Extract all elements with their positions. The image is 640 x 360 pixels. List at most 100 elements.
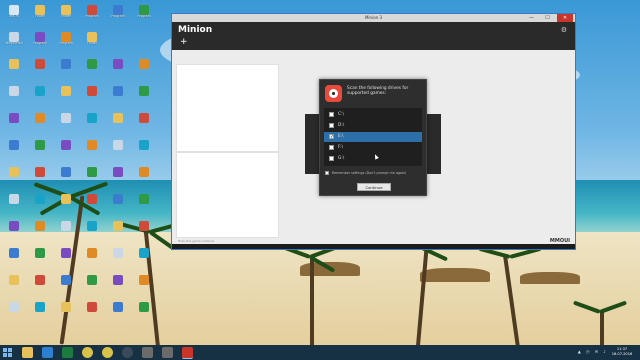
- drive-checkbox[interactable]: [329, 123, 334, 128]
- store-icon[interactable]: [42, 347, 53, 358]
- desktop-icon[interactable]: [80, 300, 104, 322]
- close-button[interactable]: ✕: [557, 14, 573, 22]
- maximize-button[interactable]: ☐: [542, 14, 553, 22]
- desktop-icon[interactable]: [28, 273, 52, 295]
- desktop-icon[interactable]: [106, 138, 130, 160]
- desktop-icon[interactable]: [28, 300, 52, 322]
- desktop-icon[interactable]: [106, 84, 130, 106]
- desktop-icon[interactable]: [80, 273, 104, 295]
- desktop-icon[interactable]: [132, 138, 156, 160]
- desktop-icon[interactable]: Folder: [80, 30, 104, 52]
- desktop-icon[interactable]: [80, 57, 104, 79]
- minimize-button[interactable]: —: [526, 14, 537, 22]
- desktop-icon[interactable]: [80, 111, 104, 133]
- desktop-icon[interactable]: [28, 165, 52, 187]
- desktop-icon[interactable]: Program: [28, 30, 52, 52]
- desktop-icon[interactable]: [106, 57, 130, 79]
- desktop-icon[interactable]: [132, 300, 156, 322]
- continue-button[interactable]: Continue: [357, 183, 391, 191]
- desktop-icon[interactable]: [132, 246, 156, 268]
- minion-icon[interactable]: [182, 347, 193, 359]
- remember-checkbox[interactable]: [325, 171, 329, 175]
- desktop-icon[interactable]: [54, 138, 78, 160]
- desktop-icon[interactable]: [106, 219, 130, 241]
- desktop-icon[interactable]: [54, 57, 78, 79]
- app-icon[interactable]: [142, 347, 153, 358]
- desktop-icon[interactable]: [106, 273, 130, 295]
- desktop-icon[interactable]: [54, 273, 78, 295]
- desktop-icon[interactable]: Recycle Bin: [2, 30, 26, 52]
- desktop-icon[interactable]: [54, 246, 78, 268]
- chrome-icon[interactable]: [102, 347, 113, 358]
- desktop-icon[interactable]: [132, 57, 156, 79]
- drive-item-e[interactable]: ✓ E:\: [324, 132, 422, 142]
- footer-hint[interactable]: Hide this game instance: [178, 239, 214, 243]
- desktop-icon[interactable]: [2, 84, 26, 106]
- desktop-icon[interactable]: [54, 192, 78, 214]
- desktop-icon[interactable]: Folder: [28, 3, 52, 25]
- desktop-icon[interactable]: Folder: [54, 3, 78, 25]
- desktop-icon[interactable]: This PC: [2, 3, 26, 25]
- desktop-icon[interactable]: [80, 165, 104, 187]
- chrome-icon[interactable]: [82, 347, 93, 358]
- desktop-icon[interactable]: [2, 273, 26, 295]
- desktop-icon[interactable]: Program: [80, 3, 104, 25]
- desktop-icon[interactable]: [80, 219, 104, 241]
- desktop-icon[interactable]: [106, 246, 130, 268]
- desktop-icon[interactable]: [106, 111, 130, 133]
- drive-checkbox[interactable]: [329, 112, 334, 117]
- drive-item-c[interactable]: C:\: [324, 110, 422, 120]
- desktop-icon[interactable]: [80, 246, 104, 268]
- drive-checkbox[interactable]: [329, 145, 334, 150]
- desktop-icon[interactable]: Program: [132, 3, 156, 25]
- desktop-icon[interactable]: [132, 111, 156, 133]
- desktop-icon[interactable]: [2, 165, 26, 187]
- add-game-button[interactable]: +: [180, 38, 188, 47]
- desktop-icon[interactable]: [132, 219, 156, 241]
- desktop-icon[interactable]: [28, 246, 52, 268]
- desktop-icon[interactable]: [28, 192, 52, 214]
- start-button[interactable]: [3, 348, 12, 357]
- desktop-icon[interactable]: [132, 84, 156, 106]
- gear-icon[interactable]: ⚙: [561, 26, 567, 34]
- desktop-icon[interactable]: [132, 192, 156, 214]
- desktop-icon[interactable]: [54, 300, 78, 322]
- desktop-icon[interactable]: [2, 57, 26, 79]
- desktop-icon[interactable]: [80, 84, 104, 106]
- desktop-icon[interactable]: [2, 192, 26, 214]
- desktop-icon[interactable]: [54, 84, 78, 106]
- desktop-icon[interactable]: [80, 138, 104, 160]
- desktop-icon[interactable]: [106, 165, 130, 187]
- desktop-icon[interactable]: [106, 192, 130, 214]
- desktop-icon[interactable]: [80, 192, 104, 214]
- drive-checkbox[interactable]: [329, 156, 334, 161]
- file-explorer-icon[interactable]: [22, 347, 33, 358]
- app-icon[interactable]: [162, 347, 173, 358]
- desktop-icon[interactable]: [54, 111, 78, 133]
- drive-item-d[interactable]: D:\: [324, 121, 422, 131]
- remember-settings[interactable]: Remember settings (Don't prompt me again…: [325, 171, 425, 177]
- drive-item-f[interactable]: F:\: [324, 143, 422, 153]
- desktop-icon[interactable]: [54, 219, 78, 241]
- desktop-icon[interactable]: [2, 111, 26, 133]
- desktop-icon[interactable]: [28, 219, 52, 241]
- desktop-icon[interactable]: [2, 246, 26, 268]
- steam-icon[interactable]: [122, 347, 133, 358]
- desktop-icon[interactable]: [132, 273, 156, 295]
- desktop-icon[interactable]: [2, 138, 26, 160]
- desktop-icon[interactable]: [28, 138, 52, 160]
- desktop-icon[interactable]: [2, 300, 26, 322]
- clock[interactable]: 11:37 16.07.2016: [610, 347, 634, 356]
- desktop-icon[interactable]: Program: [54, 30, 78, 52]
- desktop-icon[interactable]: [28, 111, 52, 133]
- drive-checkbox[interactable]: ✓: [329, 134, 334, 140]
- desktop-icon[interactable]: [132, 165, 156, 187]
- system-tray[interactable]: ▲ ◷ ✉ ♪: [578, 349, 608, 354]
- desktop-icon[interactable]: [106, 300, 130, 322]
- window-titlebar[interactable]: Minion 3 — ☐ ✕: [172, 14, 575, 22]
- desktop-icon[interactable]: [28, 57, 52, 79]
- excel-icon[interactable]: [62, 347, 73, 358]
- desktop-icon[interactable]: [2, 219, 26, 241]
- desktop-icon[interactable]: [54, 165, 78, 187]
- desktop-icon[interactable]: Program: [106, 3, 130, 25]
